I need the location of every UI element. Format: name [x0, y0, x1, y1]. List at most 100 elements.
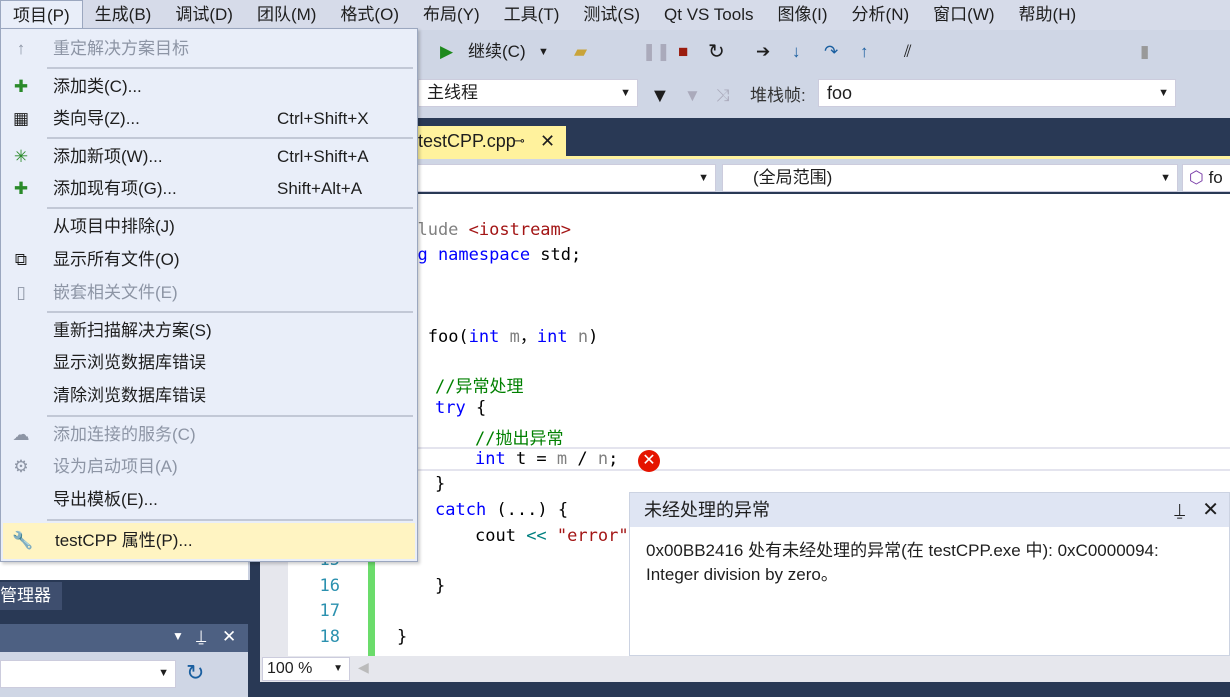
menu-item[interactable]: ▦ 类向导(Z)... Ctrl+Shift+X: [1, 103, 417, 135]
step-into-icon[interactable]: ↓: [792, 38, 801, 66]
add-class-icon: ✚: [13, 77, 29, 96]
filter-icon[interactable]: ▼: [650, 82, 670, 110]
code-line: }: [435, 576, 446, 596]
menu-item-shortcut: Ctrl+Shift+A: [277, 147, 369, 166]
exception-title: 未经处理的异常: [644, 500, 770, 520]
exception-popup: 未经处理的异常 ⍊ ✕ 0x00BB2416 处有未经处理的异常(在 testC…: [629, 492, 1230, 656]
continue-button[interactable]: 继续(C): [468, 38, 526, 66]
panel-header: ▼ ⍊ ✕: [0, 624, 248, 652]
menu-9[interactable]: 图像(I): [766, 0, 840, 30]
member-combo[interactable]: ⬡ fo: [1182, 164, 1230, 192]
menu-7[interactable]: 测试(S): [571, 0, 652, 30]
stack-frame-value: foo: [827, 83, 853, 103]
menu-11[interactable]: 窗口(W): [921, 0, 1006, 30]
menu-item[interactable]: 清除浏览数据库错误: [1, 380, 417, 412]
menu-item[interactable]: ▯ 嵌套相关文件(E): [1, 277, 417, 309]
menu-item[interactable]: 🔧 testCPP 属性(P)...: [3, 523, 415, 559]
panel-combo[interactable]: ▼: [0, 660, 176, 688]
chevron-down-icon: ▼: [333, 663, 343, 674]
menu-separator: [47, 137, 413, 139]
tab-testcpp[interactable]: testCPP.cpp ⊸ ✕: [400, 126, 566, 156]
menu-item-label: 重定解决方案目标: [53, 39, 189, 58]
zoom-combo[interactable]: 100 % ▼: [262, 657, 350, 681]
pin-icon[interactable]: ⍊: [196, 627, 206, 647]
line-number: 16: [319, 576, 340, 596]
code-line: try {: [435, 398, 487, 418]
dropdown-icon[interactable]: ▼: [172, 629, 184, 643]
menu-12[interactable]: 帮助(H): [1007, 0, 1089, 30]
menu-item[interactable]: ✚ 添加类(C)...: [1, 71, 417, 103]
menu-item[interactable]: 显示浏览数据库错误: [1, 347, 417, 379]
menu-item[interactable]: 导出模板(E)...: [1, 484, 417, 516]
menu-4[interactable]: 格式(O): [328, 0, 411, 30]
exception-message: 0x00BB2416 处有未经处理的异常(在 testCPP.exe 中): 0…: [630, 527, 1229, 599]
code-line: //异常处理: [435, 377, 524, 397]
menu-0[interactable]: 项目(P): [0, 0, 83, 30]
tab-solution-explorer[interactable]: 管理器: [0, 582, 62, 610]
step-out-icon[interactable]: ↑: [860, 38, 869, 66]
continue-dropdown[interactable]: ▼: [538, 38, 549, 66]
menu-separator: [47, 311, 413, 313]
menu-item[interactable]: ↑ 重定解决方案目标: [1, 33, 417, 65]
menu-8[interactable]: Qt VS Tools: [652, 0, 765, 30]
bookmark-icon[interactable]: ▮: [1140, 38, 1149, 66]
menu-item[interactable]: ☁ 添加连接的服务(C): [1, 419, 417, 451]
cube-icon: ⬡: [1189, 168, 1204, 187]
menu-5[interactable]: 布局(Y): [411, 0, 492, 30]
menu-1[interactable]: 生成(B): [83, 0, 164, 30]
menu-10[interactable]: 分析(N): [840, 0, 922, 30]
step-over-icon[interactable]: ↷: [824, 38, 838, 66]
scope-combo[interactable]: (全局范围) ▼: [722, 164, 1178, 192]
thread-combo[interactable]: 主线程 ▼: [418, 79, 638, 107]
chevron-down-icon: ▼: [1160, 172, 1171, 184]
menu-item[interactable]: ✚ 添加现有项(G)... Shift+Alt+A: [1, 173, 417, 205]
code-line: int t = m / n;: [475, 449, 619, 469]
menu-item-label: 添加类(C)...: [53, 77, 142, 96]
code-line: id foo(int m，int n): [397, 327, 599, 347]
chevron-down-icon: ▼: [158, 667, 169, 679]
menu-item-label: 导出模板(E)...: [53, 490, 158, 509]
add-existing-item-icon: ✚: [13, 179, 29, 198]
restart-icon[interactable]: ↻: [708, 38, 725, 66]
menu-item[interactable]: 重新扫描解决方案(S): [1, 315, 417, 347]
close-icon[interactable]: ✕: [222, 627, 236, 647]
project-menu-dropdown: ↑ 重定解决方案目标 ✚ 添加类(C)... ▦ 类向导(Z)... Ctrl+Shift+…: [0, 28, 418, 562]
filter-disabled-icon: ▼: [684, 86, 701, 105]
close-icon[interactable]: ✕: [540, 126, 555, 156]
menu-item[interactable]: 从项目中排除(J): [1, 211, 417, 243]
code-line: catch (...) {: [435, 500, 569, 520]
pause-icon[interactable]: ❚❚: [642, 38, 671, 66]
menu-item[interactable]: ⚙ 设为启动项目(A): [1, 451, 417, 483]
connected-service-icon: ☁: [12, 425, 30, 444]
menu-6[interactable]: 工具(T): [492, 0, 572, 30]
menu-item[interactable]: ✳ 添加新项(W)... Ctrl+Shift+A: [1, 141, 417, 173]
menu-separator: [47, 519, 413, 521]
add-new-item-icon: ✳: [13, 147, 29, 166]
error-icon[interactable]: ✕: [638, 450, 660, 472]
menu-3[interactable]: 团队(M): [245, 0, 328, 30]
scroll-left-icon[interactable]: ◀: [358, 659, 369, 676]
hex-display-icon[interactable]: ⫽: [904, 38, 912, 66]
pin-icon[interactable]: ⍊: [1174, 493, 1185, 527]
class-wizard-icon: ▦: [12, 109, 30, 128]
editor-bottom-bar: 100 % ▼ ◀: [260, 656, 1230, 682]
exception-message-line: Integer division by zero。: [646, 565, 838, 584]
stack-frame-label: 堆栈帧:: [750, 86, 806, 105]
code-line: ing namespace std;: [397, 245, 582, 265]
pin-icon[interactable]: ⊸: [514, 126, 525, 156]
show-all-files-icon: ⧉: [14, 250, 28, 269]
menu-item-label: 重新扫描解决方案(S): [53, 321, 212, 340]
wrench-icon: 🔧: [12, 531, 34, 550]
close-icon[interactable]: ✕: [1202, 493, 1219, 527]
refresh-icon[interactable]: ↻: [186, 660, 204, 686]
stack-frame-combo[interactable]: foo ▼: [818, 79, 1176, 107]
menu-item[interactable]: ⧉ 显示所有文件(O): [1, 244, 417, 276]
stop-icon[interactable]: ■: [678, 38, 688, 66]
continue-icon[interactable]: ▶: [440, 38, 453, 66]
menu-2[interactable]: 调试(D): [163, 0, 245, 30]
code-line: //抛出异常: [475, 429, 564, 449]
find-icon[interactable]: ▰: [574, 38, 587, 66]
menu-item-shortcut: Shift+Alt+A: [277, 179, 363, 198]
menu-separator: [47, 207, 413, 209]
show-next-statement-icon[interactable]: ➔: [756, 38, 770, 66]
